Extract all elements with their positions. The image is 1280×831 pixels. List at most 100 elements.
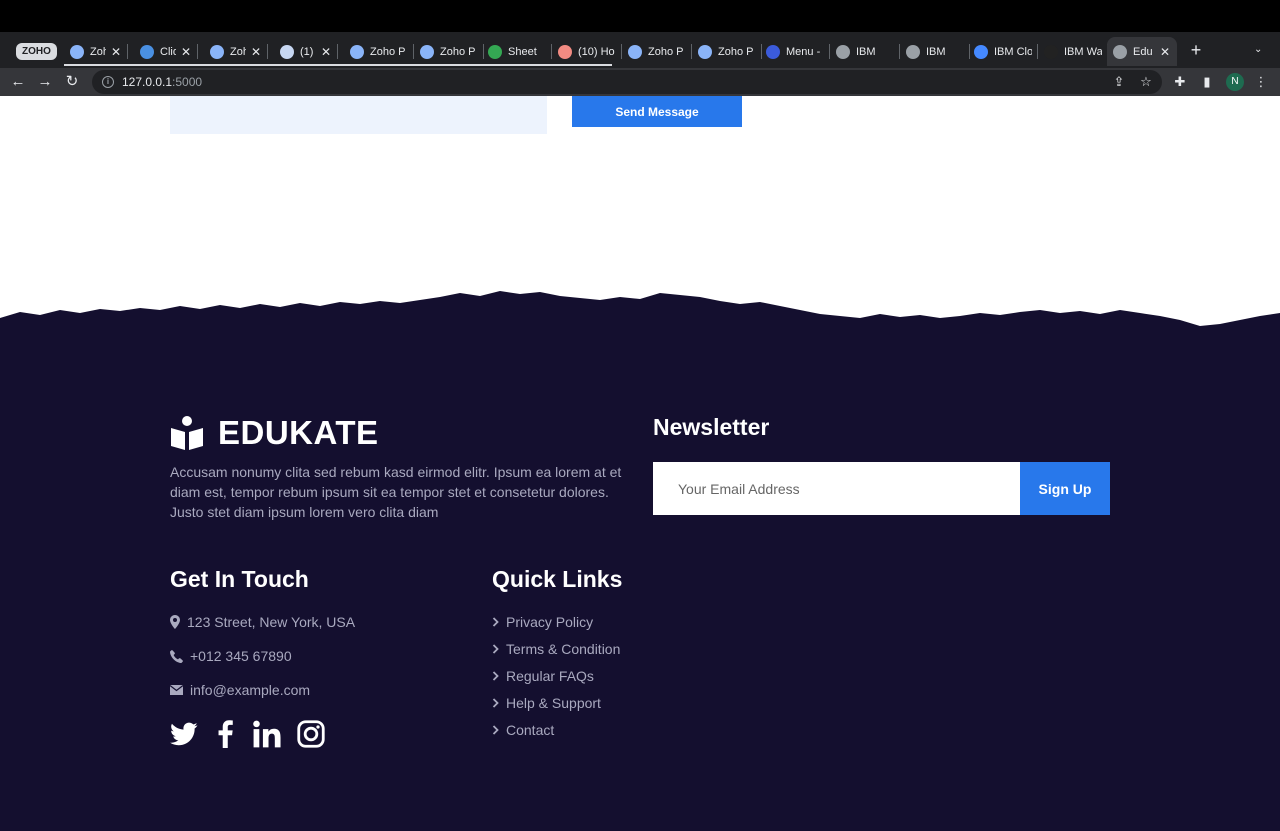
browser-menu-icon[interactable]: ⋮ (1253, 74, 1269, 90)
get-in-touch-title: Get In Touch (170, 566, 309, 592)
extensions-puzzle-icon[interactable]: ✚ (1172, 74, 1188, 90)
tab-title: (10) Ho (578, 45, 615, 58)
browser-tab[interactable]: Menu - (760, 37, 830, 66)
tab-favicon-icon (766, 44, 780, 59)
sign-up-button[interactable]: Sign Up (1020, 462, 1110, 515)
contact-address: 123 Street, New York, USA (170, 614, 355, 630)
browser-tab[interactable]: Zoho P (414, 37, 484, 66)
browser-tab[interactable]: IBM Clo (968, 37, 1038, 66)
tab-title: Menu - (786, 45, 821, 58)
chevron-right-icon (492, 725, 499, 735)
browser-tab[interactable]: Zoho P (622, 37, 692, 66)
tab-title: Sheet (508, 45, 537, 58)
instagram-icon[interactable] (297, 720, 325, 748)
tab-favicon-icon (906, 44, 920, 59)
tab-title: Zoho P (440, 45, 476, 58)
footer-torn-edge (0, 291, 1280, 831)
new-tab-button[interactable]: + (1186, 40, 1206, 60)
newsletter-email-input[interactable] (653, 462, 1020, 515)
contact-phone-text: +012 345 67890 (190, 648, 292, 664)
book-reader-icon (171, 416, 203, 450)
forward-arrow-icon[interactable]: → (35, 72, 55, 92)
browser-tab[interactable]: Zoho ✕ (64, 37, 128, 66)
chevron-right-icon (492, 644, 499, 654)
browser-tab[interactable]: Zoho P (344, 37, 414, 66)
tab-favicon-icon (350, 44, 364, 59)
contact-email-text: info@example.com (190, 682, 311, 698)
tab-group-label: ZOHO (16, 43, 57, 60)
twitter-icon[interactable] (170, 720, 198, 748)
tab-title: Zoho (90, 45, 106, 58)
site-info-icon[interactable]: i (102, 76, 114, 88)
map-marker-icon (170, 615, 180, 629)
tab-favicon-icon (974, 44, 988, 59)
tab-favicon-icon (210, 44, 224, 59)
browser-tab[interactable]: (1) ✕ (274, 37, 338, 66)
footer (0, 286, 1280, 831)
close-tab-icon[interactable]: ✕ (110, 45, 122, 59)
address-bar[interactable]: i 127.0.0.1:5000 (92, 70, 1162, 94)
chevron-right-icon (492, 698, 499, 708)
quick-link-item[interactable]: Regular FAQs (492, 668, 594, 684)
browser-tab[interactable]: Edu ✕ (1107, 37, 1177, 66)
tab-favicon-icon (280, 44, 294, 59)
chevron-right-icon (492, 671, 499, 681)
tab-title: IBM Wa (1064, 45, 1102, 58)
tab-favicon-icon (140, 44, 154, 59)
tab-favicon-icon (628, 44, 642, 59)
tab-separator (197, 44, 198, 59)
profile-avatar[interactable]: N (1226, 73, 1244, 91)
close-tab-icon[interactable]: ✕ (320, 45, 332, 59)
tab-separator (267, 44, 268, 59)
back-arrow-icon[interactable]: ← (8, 72, 28, 92)
tab-title: (1) (300, 45, 314, 58)
browser-tab[interactable]: Sheet (482, 37, 552, 66)
facebook-icon[interactable] (212, 720, 240, 748)
browser-tab[interactable]: IBM Wa (1038, 37, 1108, 66)
quick-links-title: Quick Links (492, 566, 623, 592)
quick-link-label: Privacy Policy (506, 614, 594, 630)
share-icon[interactable]: ⇪ (1111, 74, 1127, 90)
macos-top-bar (0, 0, 1280, 32)
reload-icon[interactable]: ↻ (62, 72, 82, 92)
browser-tab[interactable]: Cliq ✕ (134, 37, 198, 66)
chevron-right-icon (492, 617, 499, 627)
quick-link-label: Regular FAQs (506, 668, 594, 684)
browser-tab[interactable]: Zoho ✕ (204, 37, 268, 66)
tab-separator (337, 44, 338, 59)
browser-tab[interactable]: Zoho P (692, 37, 762, 66)
side-panel-icon[interactable]: ▮ (1199, 74, 1215, 90)
linkedin-icon[interactable] (253, 720, 281, 748)
quick-link-item[interactable]: Help & Support (492, 695, 601, 711)
tab-search-icon[interactable]: ⌄ (1254, 44, 1266, 56)
quick-link-label: Terms & Condition (506, 641, 621, 657)
tab-separator (127, 44, 128, 59)
quick-link-item[interactable]: Terms & Condition (492, 641, 620, 657)
tab-title: IBM (926, 45, 946, 58)
bookmark-star-icon[interactable]: ☆ (1138, 74, 1154, 90)
browser-tab[interactable]: IBM (830, 37, 900, 66)
close-tab-icon[interactable]: ✕ (1159, 45, 1171, 59)
tab-title: Cliq (160, 45, 176, 58)
quick-link-item[interactable]: Privacy Policy (492, 614, 593, 630)
phone-icon (170, 649, 183, 663)
close-tab-icon[interactable]: ✕ (180, 45, 192, 59)
tab-group-chip[interactable]: ZOHO (16, 37, 60, 66)
close-tab-icon[interactable]: ✕ (250, 45, 262, 59)
brand-name: EDUKATE (218, 414, 379, 451)
tab-title: Zoho P (718, 45, 754, 58)
tab-favicon-icon (488, 44, 502, 59)
browser-tab[interactable]: (10) Ho (552, 37, 622, 66)
message-textarea[interactable] (170, 96, 547, 134)
contact-phone: +012 345 67890 (170, 648, 292, 664)
tab-favicon-icon (698, 44, 712, 59)
tab-favicon-icon (420, 44, 434, 59)
browser-tab[interactable]: IBM (900, 37, 970, 66)
contact-address-text: 123 Street, New York, USA (187, 614, 356, 630)
quick-link-item[interactable]: Contact (492, 722, 554, 738)
contact-email: info@example.com (170, 682, 310, 698)
tab-favicon-icon (1113, 44, 1127, 59)
footer-brand[interactable]: EDUKATE (170, 414, 379, 452)
send-message-button[interactable]: Send Message (572, 96, 742, 127)
newsletter-title: Newsletter (653, 414, 770, 440)
